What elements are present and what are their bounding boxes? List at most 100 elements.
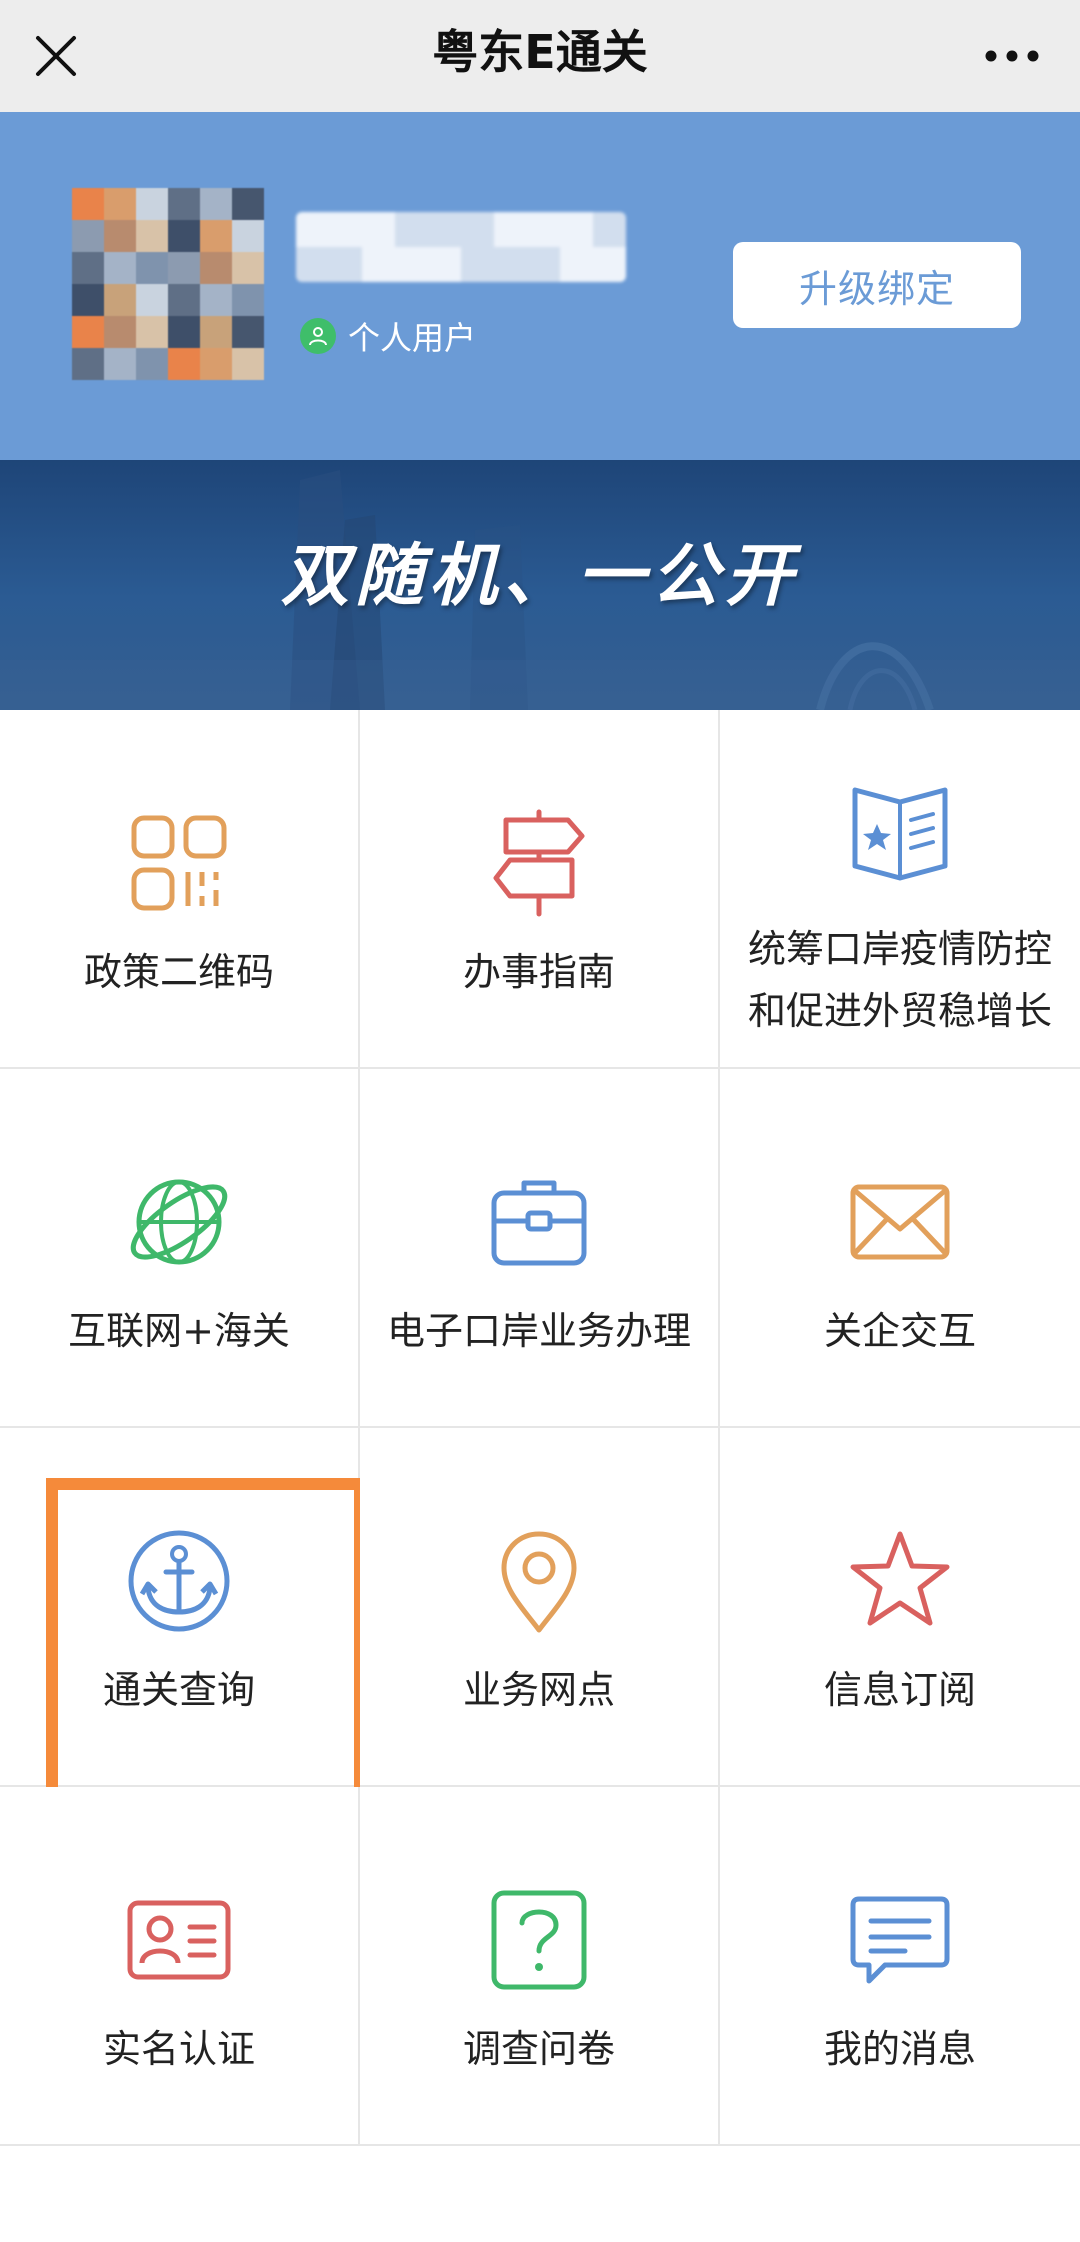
id-card-icon: [124, 1885, 234, 1995]
avatar-mosaic-tile: [200, 188, 232, 220]
service-label: 我的消息: [823, 2027, 976, 2071]
briefcase-icon: [484, 1167, 594, 1277]
service-subscription[interactable]: 信息订阅: [720, 1428, 1080, 1787]
avatar-mosaic-tile: [104, 348, 136, 380]
avatar-mosaic-tile: [168, 188, 200, 220]
username-mosaic-tile: [395, 247, 428, 282]
avatar-mosaic-tile: [104, 284, 136, 316]
service-label: 统筹口岸疫情防控和促进外贸稳增长: [747, 927, 1052, 1033]
username-mosaic-tile: [296, 247, 329, 282]
username-mosaic-tile: [461, 247, 494, 282]
avatar-mosaic-tile: [168, 252, 200, 284]
avatar-mosaic-tile: [104, 252, 136, 284]
service-survey[interactable]: 调查问卷: [360, 1787, 720, 2146]
username-blurred: [296, 212, 626, 282]
service-label: 办事指南: [462, 950, 615, 994]
avatar-mosaic-tile: [232, 220, 264, 252]
globe-orbit-icon: [124, 1167, 234, 1277]
service-label: 信息订阅: [823, 1668, 976, 1712]
username-mosaic-tile: [560, 247, 593, 282]
username-mosaic-tile: [362, 212, 395, 247]
service-label: 实名认证: [102, 2027, 255, 2071]
avatar-mosaic-tile: [136, 188, 168, 220]
anchor-icon: [124, 1526, 234, 1636]
service-my-messages[interactable]: 我的消息: [720, 1787, 1080, 2146]
service-customs-enterprise[interactable]: 关企交互: [720, 1069, 1080, 1428]
avatar-mosaic-tile: [136, 348, 168, 380]
service-branch-locations[interactable]: 业务网点: [360, 1428, 720, 1787]
top-navigation-bar: 粤东E通关: [0, 0, 1080, 112]
star-icon: [845, 1526, 955, 1636]
avatar[interactable]: [72, 188, 264, 380]
username-mosaic-tile: [560, 212, 593, 247]
service-guide[interactable]: 办事指南: [360, 710, 720, 1069]
service-internet-customs[interactable]: 互联网+海关: [0, 1069, 360, 1428]
avatar-mosaic-tile: [104, 188, 136, 220]
service-real-name-auth[interactable]: 实名认证: [0, 1787, 360, 2146]
question-box-icon: [484, 1885, 594, 1995]
service-grid: 政策二维码 办事指南 统筹口岸疫情防控和促进外贸稳增长 互联网+海关 电子口岸业…: [0, 710, 1080, 2146]
map-pin-icon: [484, 1526, 594, 1636]
more-options-button[interactable]: [976, 24, 1048, 88]
username-mosaic-tile: [362, 247, 395, 282]
avatar-mosaic-tile: [168, 348, 200, 380]
service-label: 通关查询: [102, 1668, 255, 1712]
promo-banner[interactable]: 双随机、一公开: [0, 460, 1080, 710]
avatar-mosaic-tile: [136, 284, 168, 316]
avatar-mosaic-tile: [168, 316, 200, 348]
avatar-mosaic-tile: [200, 284, 232, 316]
service-eport-business[interactable]: 电子口岸业务办理: [360, 1069, 720, 1428]
avatar-mosaic-tile: [200, 220, 232, 252]
upgrade-binding-button[interactable]: 升级绑定: [733, 242, 1021, 328]
avatar-mosaic-tile: [104, 316, 136, 348]
avatar-mosaic-tile: [200, 316, 232, 348]
avatar-mosaic-tile: [168, 284, 200, 316]
avatar-mosaic-tile: [72, 316, 104, 348]
username-mosaic-tile: [428, 247, 461, 282]
username-mosaic-tile: [494, 212, 527, 247]
service-clearance-query[interactable]: 通关查询: [0, 1428, 366, 1812]
more-dots-icon: [985, 50, 1039, 62]
chat-bubble-icon: [845, 1885, 955, 1995]
avatar-mosaic-tile: [232, 284, 264, 316]
bottom-blank-area: [0, 2146, 1080, 2242]
user-type-row: 个人用户: [300, 314, 476, 358]
avatar-mosaic-tile: [104, 220, 136, 252]
service-label: 电子口岸业务办理: [386, 1309, 691, 1353]
service-label: 业务网点: [462, 1668, 615, 1712]
username-mosaic-tile: [593, 212, 626, 247]
username-mosaic-tile: [329, 212, 362, 247]
user-type-label: 个人用户: [348, 319, 477, 357]
qr-code-icon: [124, 808, 234, 918]
username-mosaic-tile: [395, 212, 428, 247]
service-label: 关企交互: [823, 1309, 976, 1353]
username-mosaic-tile: [296, 212, 329, 247]
username-mosaic-tile: [461, 212, 494, 247]
service-epidemic-trade[interactable]: 统筹口岸疫情防控和促进外贸稳增长: [720, 710, 1080, 1069]
avatar-mosaic-tile: [232, 188, 264, 220]
banner-slogan: 双随机、一公开: [280, 536, 799, 616]
avatar-mosaic-tile: [72, 252, 104, 284]
avatar-mosaic-tile: [136, 316, 168, 348]
avatar-mosaic-tile: [72, 220, 104, 252]
service-label: 互联网+海关: [68, 1309, 290, 1353]
avatar-mosaic-tile: [72, 188, 104, 220]
avatar-mosaic-tile: [232, 316, 264, 348]
username-mosaic-tile: [428, 212, 461, 247]
username-mosaic-tile: [593, 247, 626, 282]
avatar-mosaic-tile: [168, 220, 200, 252]
username-mosaic-tile: [329, 247, 362, 282]
avatar-mosaic-tile: [232, 252, 264, 284]
service-label: 政策二维码: [83, 950, 274, 994]
avatar-mosaic-tile: [136, 220, 168, 252]
service-policy-qr[interactable]: 政策二维码: [0, 710, 360, 1069]
username-mosaic-tile: [494, 247, 527, 282]
profile-card: 个人用户 升级绑定: [0, 112, 1080, 460]
envelope-icon: [845, 1167, 955, 1277]
avatar-mosaic-tile: [72, 284, 104, 316]
avatar-mosaic-tile: [200, 348, 232, 380]
username-mosaic-tile: [527, 212, 560, 247]
avatar-mosaic-tile: [136, 252, 168, 284]
signpost-icon: [484, 808, 594, 918]
page-title: 粤东E通关: [432, 25, 648, 79]
